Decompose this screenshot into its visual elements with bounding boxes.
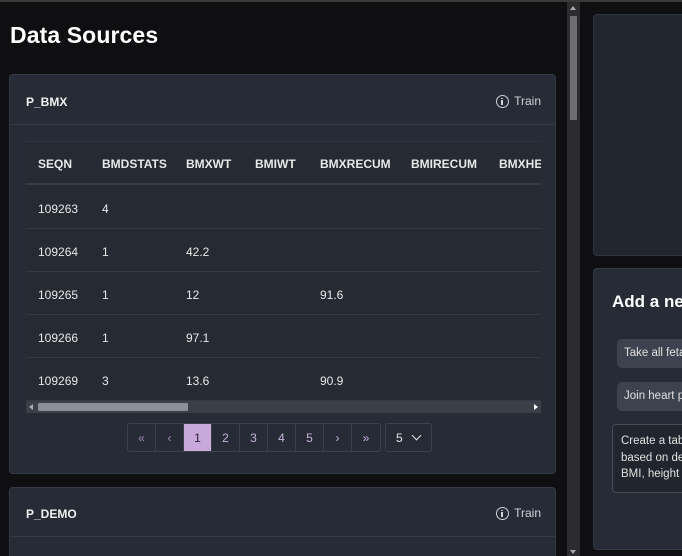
table-cell: 13.6 <box>186 374 210 388</box>
scroll-up-arrow-icon[interactable] <box>570 6 576 10</box>
card-header-divider <box>10 124 555 125</box>
table-cell: 1 <box>102 245 109 259</box>
pagination: « ‹ 1 2 3 4 5 › » <box>127 423 381 452</box>
table-cell: 1 <box>102 288 109 302</box>
prompt-textarea[interactable]: Create a tab based on de BMI, height <box>612 424 682 493</box>
last-page-button[interactable]: » <box>352 424 380 451</box>
prev-page-button[interactable]: ‹ <box>156 424 184 451</box>
scroll-down-arrow-icon[interactable] <box>570 550 576 554</box>
table-cell: 109266 <box>38 331 79 345</box>
data-source-name: P_BMX <box>26 95 68 109</box>
column-header[interactable]: BMXWT <box>186 157 231 171</box>
table-cell: 42.2 <box>186 245 210 259</box>
page-title: Data Sources <box>10 22 159 48</box>
prompt-line: based on de <box>621 451 682 464</box>
info-icon <box>496 506 510 520</box>
table-cell: 97.1 <box>186 331 210 345</box>
table-row: 109263 4 <box>26 186 541 229</box>
train-button[interactable]: Train <box>496 506 541 520</box>
data-sources-pane: Data Sources P_BMX Train SEQN BMDSTATS B… <box>0 2 567 556</box>
card-header-divider <box>10 536 555 537</box>
scroll-left-arrow-icon[interactable] <box>29 404 33 410</box>
page-size-value: 5 <box>396 430 403 445</box>
page-button-3[interactable]: 3 <box>240 424 268 451</box>
vertical-scrollbar-thumb[interactable] <box>570 16 577 120</box>
table-cell: 109263 <box>38 202 79 216</box>
column-header[interactable]: BMXHEAD <box>499 157 541 171</box>
train-button-label: Train <box>514 506 541 520</box>
add-new-heading: Add a ne <box>612 292 682 311</box>
page-button-2[interactable]: 2 <box>212 424 240 451</box>
table-cell: 4 <box>102 202 109 216</box>
table-cell: 90.9 <box>320 374 344 388</box>
horizontal-scrollbar-thumb[interactable] <box>38 403 188 411</box>
chevron-down-icon <box>411 430 422 441</box>
table-row: 109269 3 13.6 90.9 <box>26 358 541 401</box>
table-cell: 109269 <box>38 374 79 388</box>
table-cell: 109265 <box>38 288 79 302</box>
page-size-select[interactable]: 5 <box>385 423 432 452</box>
prompt-line: BMI, height <box>621 468 680 480</box>
column-header[interactable]: SEQN <box>38 157 72 171</box>
vertical-scrollbar[interactable] <box>567 2 580 556</box>
table-header-row: SEQN BMDSTATS BMXWT BMIWT BMXRECUM BMIRE… <box>26 141 541 185</box>
table-cell: 91.6 <box>320 288 344 302</box>
table-cell: 12 <box>186 288 200 302</box>
train-button-label: Train <box>514 94 541 108</box>
data-table: SEQN BMDSTATS BMXWT BMIWT BMXRECUM BMIRE… <box>26 141 541 401</box>
page-button-1[interactable]: 1 <box>184 424 212 451</box>
info-icon <box>496 94 510 108</box>
page-button-4[interactable]: 4 <box>268 424 296 451</box>
right-panel: Add a ne Take all feta Join heart p Crea… <box>580 2 682 556</box>
data-source-card-p-demo: P_DEMO Train <box>9 487 556 556</box>
preview-card <box>593 14 682 256</box>
table-cell: 3 <box>102 374 109 388</box>
table-row: 109265 1 12 91.6 <box>26 272 541 315</box>
column-header[interactable]: BMXRECUM <box>320 157 391 171</box>
page-button-5[interactable]: 5 <box>296 424 324 451</box>
data-source-name: P_DEMO <box>26 507 77 521</box>
suggestion-chip[interactable]: Take all feta <box>617 339 682 368</box>
next-page-button[interactable]: › <box>324 424 352 451</box>
column-header[interactable]: BMIWT <box>255 157 296 171</box>
suggestion-chip[interactable]: Join heart p <box>617 382 682 411</box>
prompt-line: Create a tab <box>621 435 682 447</box>
scroll-right-arrow-icon[interactable] <box>534 404 538 410</box>
table-row: 109264 1 42.2 <box>26 229 541 272</box>
table-cell: 1 <box>102 331 109 345</box>
table-cell: 109264 <box>38 245 79 259</box>
first-page-button[interactable]: « <box>128 424 156 451</box>
column-header[interactable]: BMDSTATS <box>102 157 167 171</box>
horizontal-scrollbar[interactable] <box>26 401 541 413</box>
column-header[interactable]: BMIRECUM <box>411 157 477 171</box>
train-button[interactable]: Train <box>496 94 541 108</box>
add-new-card: Add a ne Take all feta Join heart p Crea… <box>593 268 682 550</box>
data-source-card-p-bmx: P_BMX Train SEQN BMDSTATS BMXWT BMIWT BM… <box>9 74 556 474</box>
table-row: 109266 1 97.1 <box>26 315 541 358</box>
